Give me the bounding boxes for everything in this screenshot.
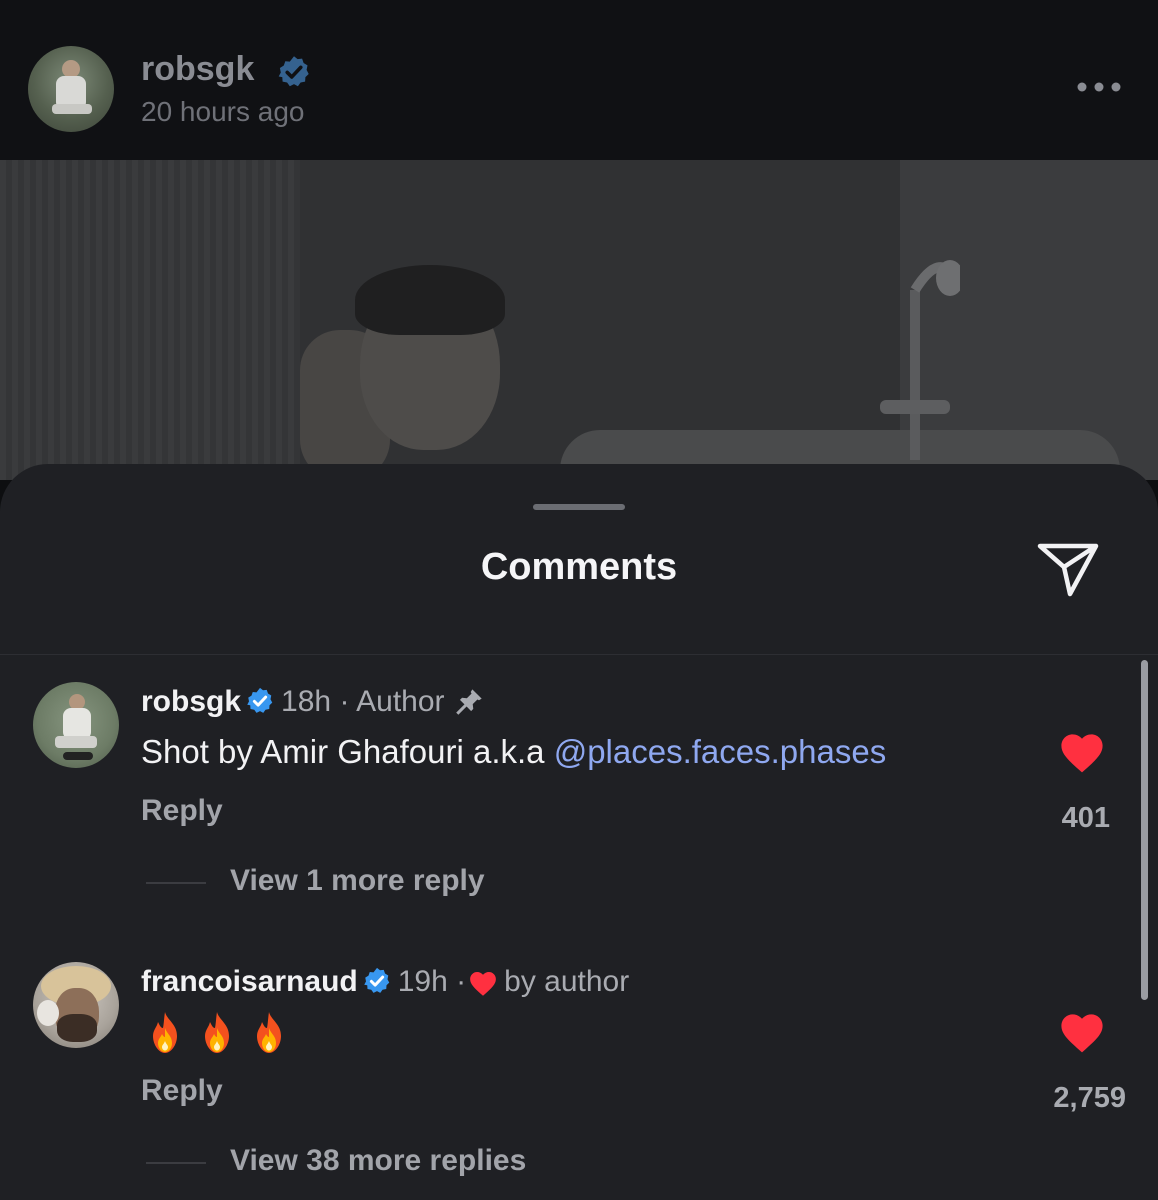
comment-time: 18h (281, 685, 332, 718)
commenter-avatar[interactable] (33, 962, 119, 1048)
commenter-username[interactable]: robsgk (141, 685, 241, 718)
post-timestamp: 20 hours ago (141, 96, 305, 127)
sheet-title: Comments (480, 546, 678, 588)
view-more-replies-button[interactable]: View 1 more reply (230, 864, 485, 898)
post-photo (0, 160, 1158, 480)
like-count: 2,759 (1053, 1082, 1126, 1114)
faucet-shape (880, 260, 960, 460)
mention-link[interactable]: @places.faces.phases (554, 733, 887, 770)
commenter-avatar[interactable] (33, 682, 119, 768)
liked-by-author-label: by author (504, 965, 630, 998)
comments-sheet: Comments robsgk 18h · Author Shot by Amir… (0, 464, 1158, 1200)
replies-divider-line (146, 1162, 206, 1164)
post-author-avatar[interactable] (28, 46, 114, 132)
post-header: robsgk 20 hours ago (0, 0, 1158, 160)
comment-body: Shot by Amir Ghafouri a.k.a (141, 733, 554, 770)
comment-item: robsgk 18h · Author Shot by Amir Ghafouri… (0, 664, 1158, 904)
view-more-replies-button[interactable]: View 38 more replies (230, 1144, 526, 1178)
meta-separator: · (339, 685, 350, 718)
reply-button[interactable]: Reply (141, 1074, 223, 1108)
heart-icon[interactable] (1058, 730, 1106, 774)
more-options-icon[interactable] (1076, 80, 1122, 94)
verified-badge-icon (278, 56, 309, 87)
heart-icon[interactable] (1058, 1010, 1106, 1054)
comment-header: robsgk 18h · Author (141, 684, 485, 720)
reply-button[interactable]: Reply (141, 794, 223, 828)
meta-separator: · (456, 965, 467, 998)
post-author-username[interactable]: robsgk (141, 50, 254, 89)
verified-badge-icon (363, 967, 389, 993)
comment-time: 19h (397, 965, 448, 998)
comment-text: Shot by Amir Ghafouri a.k.a @places.face… (141, 732, 886, 772)
replies-divider-line (146, 882, 206, 884)
like-count: 401 (1061, 802, 1110, 834)
verified-badge-icon (247, 687, 273, 713)
pin-icon (455, 689, 482, 715)
comment-emoji-row (146, 1010, 288, 1056)
fire-emoji-icon (205, 1012, 229, 1053)
commenter-username[interactable]: francoisarnaud (141, 965, 358, 998)
fire-emoji-icon (153, 1012, 177, 1053)
instagram-post-page: robsgk 20 hours ago Comments robsgk 18h … (0, 0, 1158, 1200)
liked-by-author-heart-icon (470, 972, 497, 996)
comment-header: francoisarnaud 19h · by author (141, 964, 629, 1000)
share-icon[interactable] (1036, 540, 1100, 598)
fire-emoji-icon (257, 1012, 281, 1053)
sheet-divider (0, 654, 1158, 655)
comment-item: francoisarnaud 19h · by author Reply 2,7… (0, 944, 1158, 1184)
sheet-grabber[interactable] (533, 504, 625, 510)
author-badge: Author (356, 685, 445, 718)
